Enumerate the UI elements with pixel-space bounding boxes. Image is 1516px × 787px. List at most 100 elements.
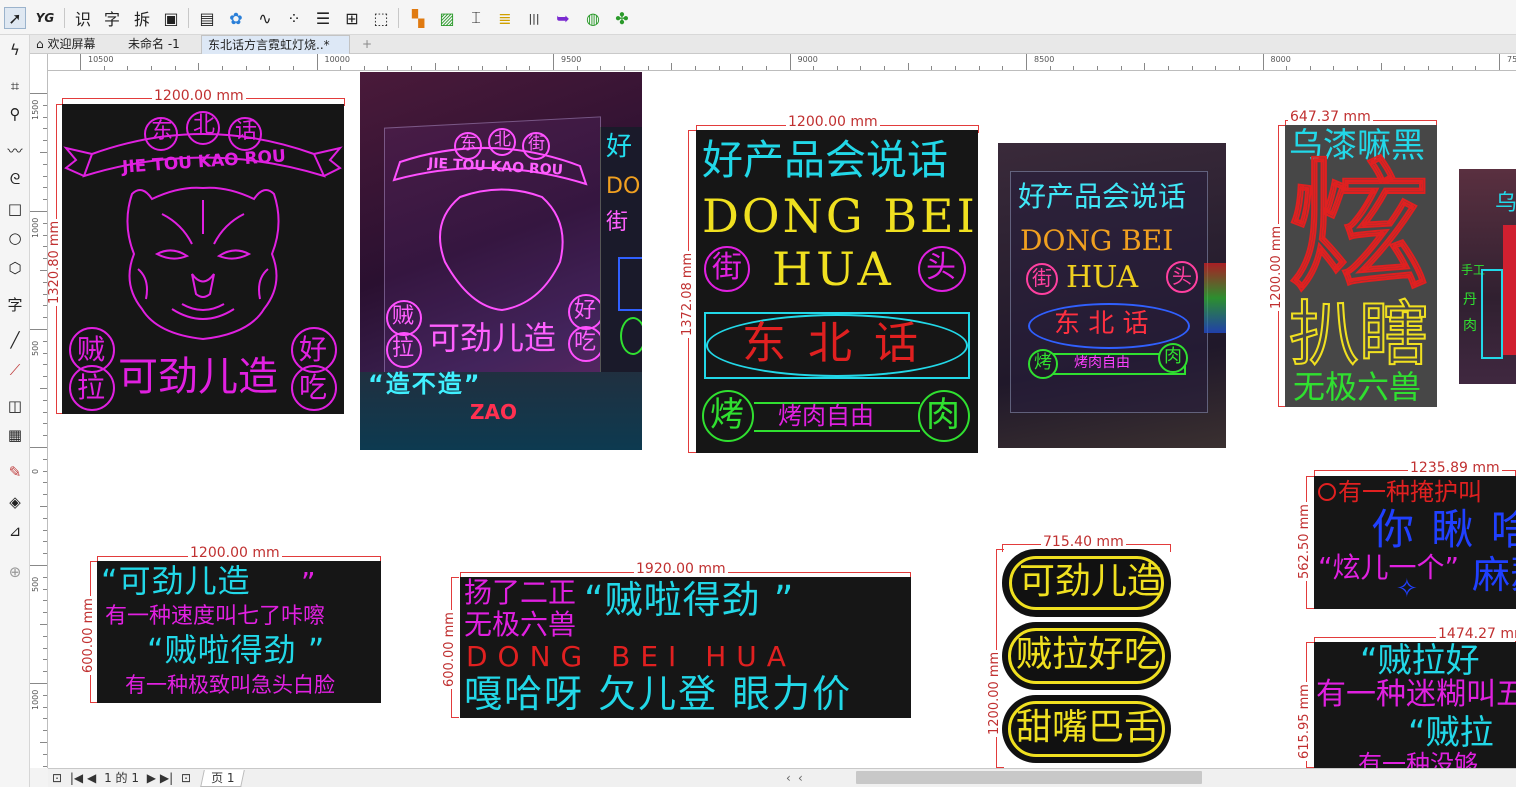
- sign-line: 无极六兽: [1293, 368, 1422, 406]
- connector-tool-icon[interactable]: ⟋: [4, 359, 26, 381]
- sign-line: 有一种迷糊叫五: [1316, 677, 1516, 712]
- ruler-tick: [80, 54, 81, 70]
- ruler-tick: [30, 565, 47, 566]
- text-frame-icon[interactable]: ⌶: [465, 7, 487, 29]
- fill-tool-icon[interactable]: ◈: [4, 491, 26, 513]
- ruler-minor-tick: [43, 128, 47, 130]
- sign-badges-group[interactable]: 可劲儿造 贼拉好吃 甜嘴巴舌: [1002, 549, 1171, 768]
- pointer-tool-icon[interactable]: ➚: [4, 7, 26, 29]
- prev-page-icon[interactable]: ◀: [87, 771, 96, 785]
- color-blocks-icon[interactable]: ▚: [407, 7, 429, 29]
- page-tab[interactable]: 页 1: [200, 770, 246, 787]
- ruler-minor-tick: [221, 66, 223, 70]
- sign-char: 肉: [926, 395, 960, 435]
- badge-text: 贼拉好吃: [1016, 634, 1161, 675]
- tab-current-document[interactable]: 东北话方言霓虹灯烧..*: [201, 35, 350, 54]
- first-page-icon[interactable]: |◀: [70, 771, 83, 785]
- grid-flower-icon[interactable]: ✿: [225, 7, 247, 29]
- freehand-tool-icon[interactable]: 〰: [4, 139, 26, 161]
- ruler-tick: [30, 683, 47, 684]
- sign-dongbeihua-board[interactable]: 扬了二正 “贼啦得劲 ” 无极六兽 DONG BEI HUA 嘎哈呀 欠儿登 眼…: [460, 577, 911, 718]
- line-tool-icon[interactable]: ╱: [4, 329, 26, 351]
- ruler-label: 1000: [31, 217, 40, 238]
- sign-photo-2[interactable]: 好产品会说话 DONG BEI 街 HUA 头 东 北 话 烤 烤肉自由 肉: [998, 143, 1226, 448]
- table-icon[interactable]: ▤: [196, 7, 218, 29]
- ruler-minor-tick: [1286, 66, 1288, 70]
- ruler-minor-tick: [1073, 66, 1075, 70]
- fit-page-icon[interactable]: ⊡: [52, 771, 62, 785]
- photo-text: 好产品会说话: [1018, 180, 1187, 213]
- text-tool-icon[interactable]: 字: [4, 293, 26, 315]
- vertical-ruler[interactable]: 1500 1000 500 0 500 1000: [30, 54, 48, 768]
- sign-nichousha-board[interactable]: 有一种掩护叫 你 瞅 啥 “炫儿一个” 麻瑟 ✧: [1314, 476, 1516, 609]
- scroll-left-icon[interactable]: ‹: [786, 770, 791, 786]
- barcode-icon[interactable]: |||: [523, 7, 545, 29]
- add-page-icon[interactable]: ⊡: [181, 771, 191, 785]
- sign-photo-3[interactable]: 乌 手工 丹 肉: [1459, 169, 1516, 384]
- yg-logo-icon[interactable]: YG: [34, 7, 56, 29]
- split-button[interactable]: 拆: [131, 7, 153, 29]
- sign-dongbei-board[interactable]: 好产品会说话 DONG BEI 街 HUA 头 东 北 话 烤 烤肉自由 肉: [696, 130, 978, 453]
- ruler-minor-tick: [43, 470, 47, 472]
- ruler-minor-tick: [1144, 63, 1146, 70]
- tiger-mouth: [171, 303, 235, 320]
- ruler-minor-tick: [245, 66, 247, 70]
- drawing-canvas[interactable]: 1200.00 mm 1320.80 mm 东 北 话 JIE TOU KAO …: [48, 71, 1516, 768]
- rectangle-tool-icon[interactable]: □: [4, 198, 26, 220]
- sign-xuan-board[interactable]: 乌漆嘛黑 炫 扒瞎 无极六兽: [1285, 125, 1437, 407]
- polygon-tool-icon[interactable]: ⬡: [4, 257, 26, 279]
- sign-photo-1[interactable]: 东 北 街 JIE TOU KAO ROU 贼 拉 好 吃 可劲儿造 好 DO …: [360, 72, 642, 450]
- lines-icon[interactable]: ☰: [312, 7, 334, 29]
- arrow-purple-icon[interactable]: ➥: [552, 7, 574, 29]
- sign-line: “炫儿一个”: [1318, 551, 1460, 584]
- sign-badge: 贼拉好吃: [1002, 622, 1171, 690]
- last-page-icon[interactable]: ▶|: [160, 771, 173, 785]
- bezier-tool-icon[interactable]: ϟ: [4, 39, 26, 61]
- clipboard-icon[interactable]: ▣: [160, 7, 182, 29]
- eyedropper-tool-icon[interactable]: ✎: [4, 461, 26, 483]
- sign-line: “贼拉好: [1360, 642, 1480, 681]
- shadow-tool-icon[interactable]: ◫: [4, 395, 26, 417]
- curve-tool-icon[interactable]: ᘓ: [4, 168, 26, 190]
- ruler-minor-tick: [40, 388, 47, 389]
- ruler-minor-tick: [43, 376, 47, 378]
- image-icon[interactable]: ▨: [436, 7, 458, 29]
- crop-tool-icon[interactable]: ⌗: [4, 75, 26, 97]
- ruler-minor-tick: [1475, 66, 1477, 70]
- select-frame-icon[interactable]: ⬚: [370, 7, 392, 29]
- horizontal-ruler[interactable]: 1050010000950090008500800075007000650060…: [48, 54, 1516, 71]
- ruler-minor-tick: [43, 305, 47, 307]
- add-tool-icon[interactable]: ⊕: [4, 561, 26, 583]
- horizontal-scrollbar-thumb[interactable]: [856, 771, 1202, 784]
- ruler-minor-tick: [43, 482, 47, 484]
- scroll-left-arrow-icon[interactable]: ‹: [798, 770, 803, 786]
- plugin-icon[interactable]: ✤: [611, 7, 633, 29]
- smart-fill-tool-icon[interactable]: ⊿: [4, 520, 26, 542]
- tab-welcome[interactable]: ⌂ 欢迎屏幕: [30, 35, 114, 54]
- ruler-label: 9000: [797, 55, 818, 64]
- layout-icon[interactable]: ⊞: [341, 7, 363, 29]
- sign-char: 北: [193, 113, 216, 138]
- sign-char: 东: [151, 119, 174, 144]
- text-button[interactable]: 字: [101, 7, 123, 29]
- sign-kejin-board[interactable]: “可劲儿造 ” 有一种速度叫七了咔嚓 “贼啦得劲 ” 有一种极致叫急头白脸: [97, 561, 381, 703]
- wave-icon[interactable]: ∿: [254, 7, 276, 29]
- ruler-label: 1000: [31, 689, 40, 710]
- tab-untitled[interactable]: 未命名 -1: [122, 35, 192, 54]
- ruler-label: 500: [31, 576, 40, 592]
- zoom-tool-icon[interactable]: ⚲: [4, 103, 26, 125]
- dots-icon[interactable]: ⁘: [283, 7, 305, 29]
- ruler-minor-tick: [43, 494, 47, 496]
- barcode-list-icon[interactable]: ≣: [494, 7, 516, 29]
- sign-zeilahao-board[interactable]: “贼拉好 有一种迷糊叫五 “贼拉 有一种没够: [1314, 642, 1516, 768]
- sign-tiger-board[interactable]: 东 北 话 JIE TOU KAO ROU 贼 拉 好 吃 可劲儿造: [62, 104, 344, 414]
- satellite-icon[interactable]: ◍: [582, 7, 604, 29]
- ruler-minor-tick: [43, 612, 47, 614]
- ruler-label: 0: [31, 468, 40, 474]
- next-page-icon[interactable]: ▶: [147, 771, 156, 785]
- add-tab-button[interactable]: +: [356, 35, 374, 54]
- ellipse-tool-icon[interactable]: ○: [4, 227, 26, 249]
- dimension-height-label: 1200.00 mm: [1269, 223, 1284, 311]
- recognize-text-button[interactable]: 识: [72, 7, 94, 29]
- transparency-tool-icon[interactable]: ▦: [4, 424, 26, 446]
